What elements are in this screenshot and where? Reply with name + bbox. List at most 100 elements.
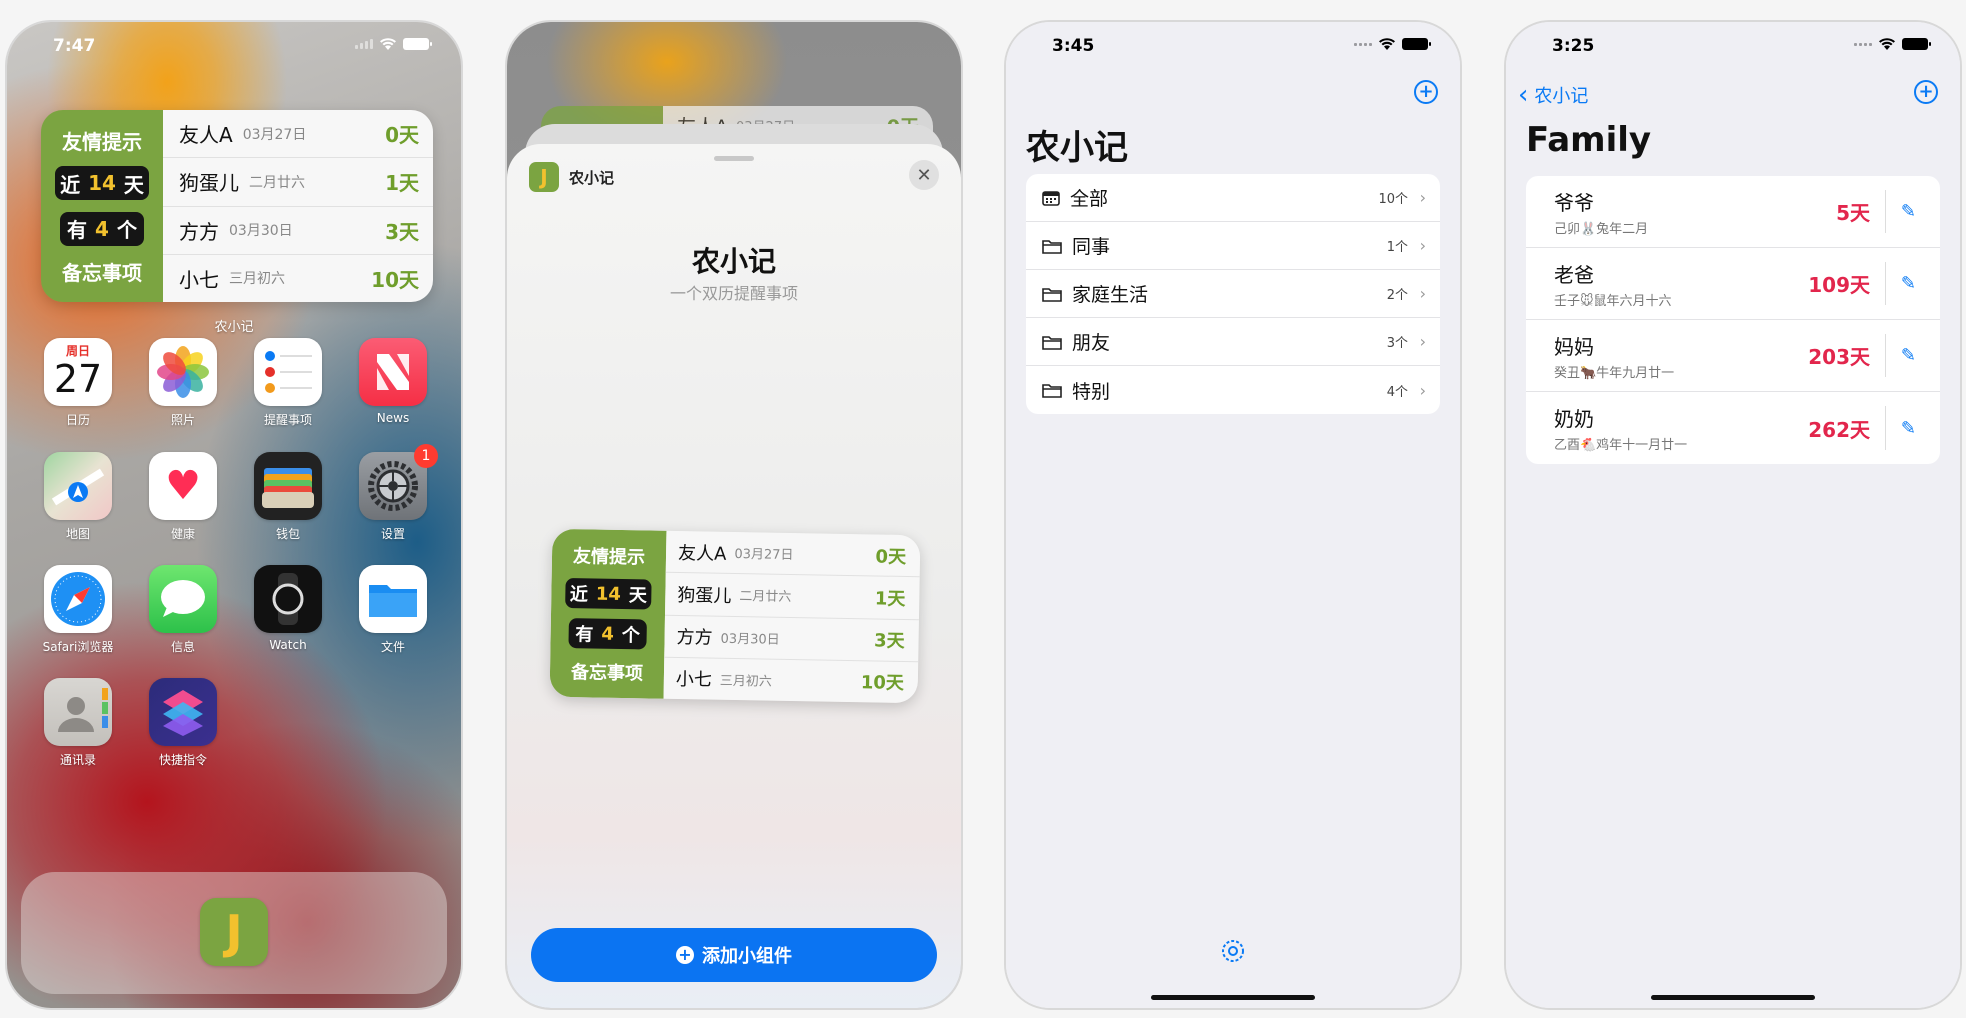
- widget-row-name: 狗蛋儿: [677, 584, 732, 607]
- widget-row: 小七 三月初六 10天: [163, 255, 433, 302]
- app-files[interactable]: 文件: [358, 565, 428, 655]
- days-remaining: 109天: [1808, 273, 1870, 297]
- app-contacts[interactable]: 通讯录: [43, 678, 113, 768]
- app-label: 提醒事项: [263, 413, 312, 427]
- calendar-day: 27: [53, 357, 103, 401]
- close-button[interactable]: ✕: [909, 160, 939, 190]
- chevron-right-icon: ›: [1419, 236, 1426, 255]
- app-label: 健康: [170, 527, 195, 541]
- phone-home-screen: 7:47 友情提示 近 14 天 有 4 个 备忘事项 友人A 03月27日 0天 …: [5, 20, 463, 1010]
- widget-preview[interactable]: 友情提示 近 14 天 有4个 备忘事项 友人A 03月27日 0天 狗蛋儿 二月廿六 1天…: [549, 528, 921, 704]
- calendar-icon: [1042, 190, 1060, 206]
- photos-icon: [149, 338, 217, 406]
- app-label: Watch: [269, 638, 307, 652]
- app-messages[interactable]: 信息: [148, 565, 218, 655]
- reminders-icon: [254, 338, 322, 406]
- nongxiaoji-widget[interactable]: 友情提示 近 14 天 有 4 个 备忘事项 友人A 03月27日 0天 狗蛋儿 二月…: [41, 110, 433, 302]
- widget-row-name: 友人A: [179, 123, 233, 148]
- widget-near-pill: 近 14 天: [565, 578, 652, 610]
- edit-icon[interactable]: ✎: [1901, 418, 1916, 439]
- back-button[interactable]: ‹ 农小记: [1518, 82, 1588, 108]
- background: [1006, 22, 1460, 1008]
- edit-icon[interactable]: ✎: [1901, 345, 1916, 366]
- edit-icon[interactable]: ✎: [1901, 273, 1916, 294]
- person-lunar-date: 壬子🐭鼠年六月十六: [1554, 293, 1672, 309]
- widget-have-prefix: 有: [67, 218, 88, 243]
- status-bar: 3:45: [1006, 36, 1460, 60]
- widget-row: 狗蛋儿 二月廿六 1天: [163, 158, 433, 207]
- list-item[interactable]: 老爸 壬子🐭鼠年六月十六 109天 ✎: [1526, 248, 1940, 320]
- widget-near-suffix: 天: [123, 172, 144, 197]
- chevron-left-icon: ‹: [1518, 80, 1529, 110]
- widget-row-days: 1天: [385, 171, 419, 196]
- list-item-special[interactable]: 特别 4个 ›: [1026, 366, 1440, 414]
- widget-near-pill: 近 14 天: [55, 166, 149, 201]
- settings-gear-icon[interactable]: [1220, 938, 1246, 964]
- close-icon: ✕: [916, 164, 932, 186]
- add-button[interactable]: +: [1414, 80, 1438, 104]
- app-news[interactable]: News: [358, 338, 428, 425]
- app-maps[interactable]: 地图: [43, 452, 113, 542]
- battery-icon: [1402, 38, 1431, 50]
- app-shortcuts[interactable]: 快捷指令: [148, 678, 218, 768]
- edit-icon[interactable]: ✎: [1901, 201, 1916, 222]
- person-lunar-date: 己卯🐰兔年二月: [1554, 221, 1649, 237]
- list-item[interactable]: 妈妈 癸丑🐂牛年九月廿一 203天 ✎: [1526, 320, 1940, 392]
- add-widget-button[interactable]: + 添加小组件: [531, 928, 937, 982]
- wifi-icon: [1879, 38, 1895, 50]
- dock: J: [21, 872, 447, 994]
- widget-near-prefix: 近: [60, 172, 81, 197]
- app-health[interactable]: ♥ 健康: [148, 452, 218, 542]
- back-label: 农小记: [1534, 86, 1589, 107]
- messages-icon: [149, 565, 217, 633]
- widget-row-days: 0天: [385, 123, 419, 148]
- widget-memo: 备忘事项: [570, 662, 644, 685]
- widget-have-num: 4: [601, 623, 615, 645]
- widget-row: 方方 03月30日 3天: [664, 615, 919, 662]
- app-label: 文件: [380, 640, 405, 654]
- add-button[interactable]: +: [1914, 80, 1938, 104]
- widget-row-date: 三月初六: [229, 271, 285, 288]
- widget-row-name: 方方: [179, 219, 219, 244]
- widget-row-name: 小七: [675, 669, 713, 691]
- list-item-colleagues[interactable]: 同事 1个 ›: [1026, 222, 1440, 270]
- days-remaining: 262天: [1808, 417, 1870, 442]
- app-photos[interactable]: 照片: [148, 338, 218, 428]
- app-nongxiaoji-dock[interactable]: J: [200, 898, 268, 966]
- shortcuts-icon: [149, 678, 217, 746]
- list-item[interactable]: 爷爷 己卯🐰兔年二月 5天 ✎: [1526, 176, 1940, 248]
- sheet-grabber[interactable]: [714, 156, 754, 161]
- app-safari[interactable]: Safari浏览器: [43, 565, 113, 655]
- widget-row-date: 03月27日: [242, 126, 307, 143]
- app-calendar[interactable]: 周日 27 日历: [43, 338, 113, 428]
- person-lunar-date: 癸丑🐂牛年九月廿一: [1554, 365, 1675, 381]
- home-indicator: [1151, 995, 1315, 1000]
- widget-near-suffix: 天: [628, 585, 648, 607]
- signal-icon: [1854, 42, 1872, 46]
- list-item-label: 家庭生活: [1072, 284, 1149, 306]
- widget-row-date: 03月30日: [229, 223, 293, 240]
- health-icon: ♥: [149, 452, 217, 520]
- list-item[interactable]: 奶奶 乙酉🐔鸡年十一月廿一 262天 ✎: [1526, 392, 1940, 464]
- widget-caption: 农小记: [214, 320, 254, 335]
- widget-row: 友人A 03月27日 0天: [665, 530, 921, 578]
- app-watch[interactable]: Watch: [253, 565, 323, 652]
- list-item-friends[interactable]: 朋友 3个 ›: [1026, 318, 1440, 366]
- status-bar: 7:47: [7, 36, 461, 60]
- app-settings[interactable]: 1 设置: [358, 444, 438, 542]
- widget-row: 方方 03月30日 3天: [163, 207, 433, 255]
- status-time: 3:25: [1552, 36, 1595, 56]
- widget-row: 友人A 03月27日 0天: [163, 110, 433, 159]
- list-item-label: 特别: [1072, 380, 1111, 403]
- app-wallet[interactable]: 钱包: [253, 452, 323, 542]
- app-label: 信息: [170, 640, 195, 654]
- list-item-all[interactable]: 全部 10个 ›: [1026, 174, 1440, 222]
- app-reminders[interactable]: 提醒事项: [253, 338, 323, 428]
- chevron-right-icon: ›: [1419, 380, 1426, 400]
- list-item-family[interactable]: 家庭生活 2个 ›: [1026, 270, 1440, 318]
- page-title: Family: [1526, 120, 1652, 160]
- wifi-icon: [380, 38, 396, 50]
- widget-row: 狗蛋儿 二月廿六 1天: [665, 573, 920, 620]
- app-label: 钱包: [275, 527, 300, 541]
- widget-have-pill: 有 4 个: [60, 211, 144, 246]
